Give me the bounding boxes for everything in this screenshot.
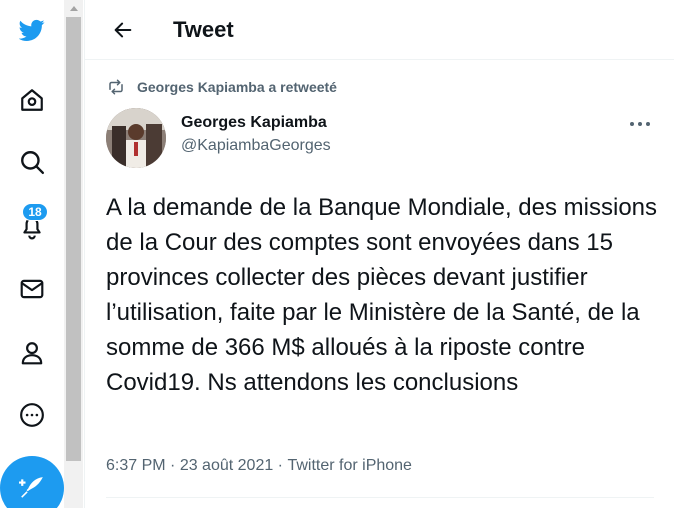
tweet-metadata: 6:37 PM · 23 août 2021 · Twitter for iPh…: [106, 457, 412, 475]
scroll-up-arrow[interactable]: [64, 0, 83, 17]
home-icon[interactable]: [17, 85, 47, 115]
sidebar-nav: 18: [0, 0, 64, 508]
author-name[interactable]: Georges Kapiamba: [181, 114, 331, 132]
tweet-detail-column: Tweet Georges Kapiamba a retweeté George…: [84, 0, 674, 508]
tweet-author[interactable]: Georges Kapiamba @KapiambaGeorges: [181, 114, 331, 155]
notification-count-badge: 18: [22, 203, 48, 221]
divider: [106, 497, 654, 498]
compose-icon: [19, 477, 43, 498]
back-button[interactable]: [103, 10, 143, 50]
twitter-logo-icon[interactable]: [17, 15, 47, 45]
meta-separator: ·: [273, 457, 288, 474]
more-icon[interactable]: [17, 400, 47, 430]
compose-tweet-button[interactable]: [0, 456, 64, 508]
explore-icon[interactable]: [17, 147, 47, 177]
author-handle[interactable]: @KapiambaGeorges: [181, 137, 331, 155]
avatar[interactable]: [106, 108, 166, 168]
tweet-time[interactable]: 6:37 PM: [106, 457, 166, 475]
messages-icon[interactable]: [17, 274, 47, 304]
back-arrow-icon: [114, 22, 132, 37]
tweet-source[interactable]: Twitter for iPhone: [287, 457, 412, 475]
tweet-date[interactable]: 23 août 2021: [180, 457, 273, 475]
scroll-thumb[interactable]: [66, 17, 81, 461]
retweet-label: Georges Kapiamba a retweeté: [137, 79, 337, 95]
tweet-text: A la demande de la Banque Mondiale, des …: [106, 194, 658, 396]
retweet-icon: [109, 79, 123, 95]
meta-separator: ·: [165, 457, 180, 474]
tweet-more-button[interactable]: [625, 112, 655, 136]
scrollbar[interactable]: [64, 0, 83, 508]
retweet-context[interactable]: Georges Kapiamba a retweeté: [107, 78, 337, 96]
page-header: Tweet: [85, 0, 674, 60]
profile-icon[interactable]: [17, 338, 47, 368]
ellipsis-icon: [630, 122, 650, 126]
page-title: Tweet: [173, 16, 234, 42]
